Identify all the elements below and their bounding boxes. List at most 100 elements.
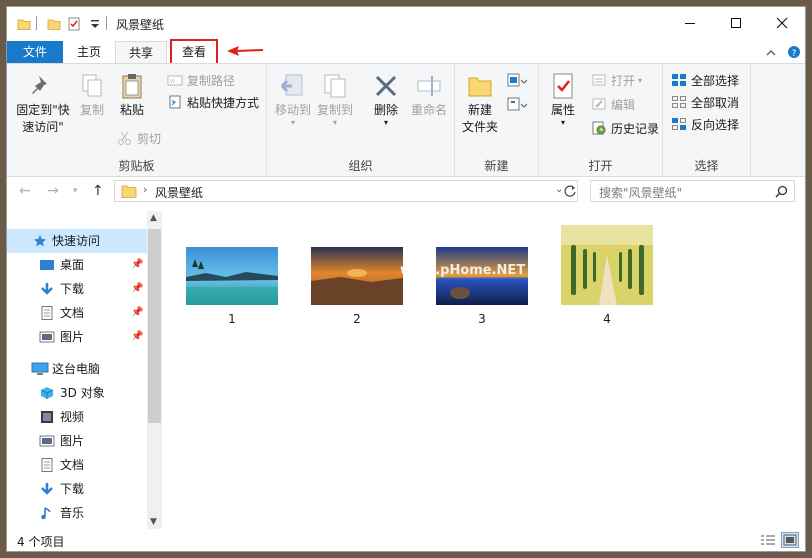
sidebar-item-pictures[interactable]: 图片 📌 (7, 325, 147, 349)
back-arrow-icon[interactable]: ← (19, 183, 31, 199)
delete-button[interactable]: 删除 ▾ (369, 72, 403, 127)
open-label: 打开 (611, 73, 636, 88)
file-item[interactable]: 3 (432, 247, 532, 326)
close-button[interactable] (759, 7, 805, 38)
copy-button[interactable]: 复制 (75, 72, 109, 119)
collapse-ribbon-icon[interactable] (765, 48, 777, 58)
easy-access-button[interactable] (505, 94, 531, 114)
search-input[interactable]: 搜索"风景壁纸" (590, 180, 795, 202)
sidebar-item-desktop[interactable]: 桌面 📌 (7, 253, 147, 277)
group-select: 全部选择 全部取消 反向选择 选择 (663, 64, 751, 176)
paste-shortcut-button[interactable]: 粘贴快捷方式 (167, 92, 259, 112)
desktop-icon (40, 260, 54, 270)
move-to-button[interactable]: 移动到 ▾ (273, 72, 313, 127)
sidebar-item-quick-access[interactable]: 快速访问 (7, 229, 147, 253)
copy-to-label: 复制到 (316, 103, 353, 117)
watermark: www.pHome.NET (400, 263, 526, 278)
search-icon[interactable] (775, 185, 788, 198)
maximize-button[interactable] (713, 7, 759, 38)
new-folder-quick-icon[interactable] (47, 17, 61, 31)
minimize-button[interactable] (667, 7, 713, 38)
cut-button[interactable]: 剪切 (117, 128, 161, 148)
paste-shortcut-label: 粘贴快捷方式 (187, 95, 260, 110)
maximize-icon (731, 17, 741, 28)
open-button[interactable]: 打开 ▾ (591, 70, 642, 90)
details-view-icon (761, 535, 775, 545)
file-item[interactable]: 1 (182, 247, 282, 326)
copy-path-button[interactable]: W 复制路径 (167, 70, 235, 90)
search-placeholder: 搜索"风景壁纸" (599, 186, 683, 200)
new-folder-button[interactable]: 新建 文件夹 (459, 72, 501, 136)
rename-icon (417, 76, 441, 96)
sidebar-item-label: 文档 (60, 306, 85, 320)
select-all-label: 全部选择 (691, 73, 740, 88)
rename-button[interactable]: 重命名 (407, 72, 451, 119)
thumbnail-image (311, 247, 403, 305)
history-button[interactable]: 历史记录 (591, 118, 659, 138)
scroll-up-icon[interactable]: ▲ (150, 213, 157, 223)
group-clipboard: 固定到"快 速访问" 复制 粘贴 W 复制路径 粘贴快捷方式 剪切 剪贴板 (7, 64, 267, 176)
sidebar-item-label: 文档 (60, 458, 85, 472)
forward-arrow-icon[interactable]: → (47, 183, 59, 199)
item-count: 4 个项目 (17, 535, 65, 549)
select-none-button[interactable]: 全部取消 (671, 92, 739, 112)
scroll-down-icon[interactable]: ▼ (150, 517, 157, 527)
tab-file[interactable]: 文件 (7, 41, 63, 63)
select-all-button[interactable]: 全部选择 (671, 70, 739, 90)
address-bar[interactable]: › 风景壁纸 ⌄ (114, 180, 578, 202)
pin-icon[interactable]: 📌 (131, 301, 143, 325)
pin-icon[interactable]: 📌 (131, 325, 143, 349)
thumbnail-image (186, 247, 278, 305)
sidebar-item-downloads[interactable]: 下载 📌 (7, 277, 147, 301)
edit-button[interactable]: 编辑 (591, 94, 635, 114)
sidebar-item-downloads[interactable]: 下载 (7, 477, 147, 501)
details-view-button[interactable] (759, 532, 777, 548)
up-arrow-icon[interactable]: ↑ (92, 183, 104, 199)
sidebar-item-pictures[interactable]: 图片 (7, 429, 147, 453)
tab-view[interactable]: 查看 (170, 39, 218, 65)
file-item[interactable]: 2 (307, 247, 407, 326)
sidebar-item-label: 音乐 (60, 506, 85, 520)
pin-icon[interactable]: 📌 (131, 253, 143, 277)
chevron-down-icon[interactable] (89, 17, 101, 31)
invert-selection-icon (672, 118, 686, 130)
select-none-icon (672, 96, 686, 108)
properties-icon (553, 73, 573, 99)
sidebar-scroll-thumb[interactable] (148, 229, 161, 423)
navigation-pane: 快速访问 桌面 📌 下载 📌 文档 📌 图片 📌 这台电脑 3D 对象 视频 图… (7, 211, 147, 529)
group-new: 新建 文件夹 新建 (455, 64, 539, 176)
pin-icon[interactable]: 📌 (131, 277, 143, 301)
history-icon (592, 121, 606, 135)
recent-locations-chevron-icon[interactable]: ▾ (73, 186, 78, 196)
help-icon[interactable]: ? (787, 45, 801, 59)
sidebar-item-documents[interactable]: 文档 (7, 453, 147, 477)
edit-icon (592, 98, 606, 110)
properties-quick-icon[interactable] (67, 17, 81, 31)
tab-home[interactable]: 主页 (63, 41, 115, 63)
new-item-button[interactable] (505, 70, 531, 90)
paste-button[interactable]: 粘贴 (115, 72, 149, 119)
properties-button[interactable]: 属性 ▾ (543, 72, 583, 127)
invert-selection-button[interactable]: 反向选择 (671, 114, 739, 134)
sidebar-item-music[interactable]: 音乐 (7, 501, 147, 525)
breadcrumb-chevron-icon[interactable]: › (143, 183, 147, 196)
large-icons-view-button[interactable] (781, 532, 799, 548)
pin-quick-access-button[interactable]: 固定到"快 速访问" (12, 72, 74, 136)
ribbon-tabs: 文件 主页 共享 查看 ? (7, 38, 805, 65)
sidebar-item-label: 快速访问 (52, 234, 101, 248)
document-icon (41, 306, 53, 320)
folder-icon (17, 19, 31, 30)
file-item[interactable]: 4 (557, 225, 657, 326)
refresh-icon[interactable] (563, 184, 577, 198)
sidebar-item-this-pc[interactable]: 这台电脑 (7, 357, 147, 381)
move-to-icon (280, 74, 303, 96)
tab-share[interactable]: 共享 (115, 41, 167, 63)
pin-icon (32, 76, 47, 94)
window-title: 风景壁纸 (116, 18, 165, 32)
copy-to-button[interactable]: 复制到 ▾ (315, 72, 355, 127)
sidebar-item-videos[interactable]: 视频 (7, 405, 147, 429)
sidebar-item-documents[interactable]: 文档 📌 (7, 301, 147, 325)
properties-label: 属性 (550, 103, 575, 117)
address-path[interactable]: 风景壁纸 (155, 184, 203, 201)
sidebar-item-3d-objects[interactable]: 3D 对象 (7, 381, 147, 405)
